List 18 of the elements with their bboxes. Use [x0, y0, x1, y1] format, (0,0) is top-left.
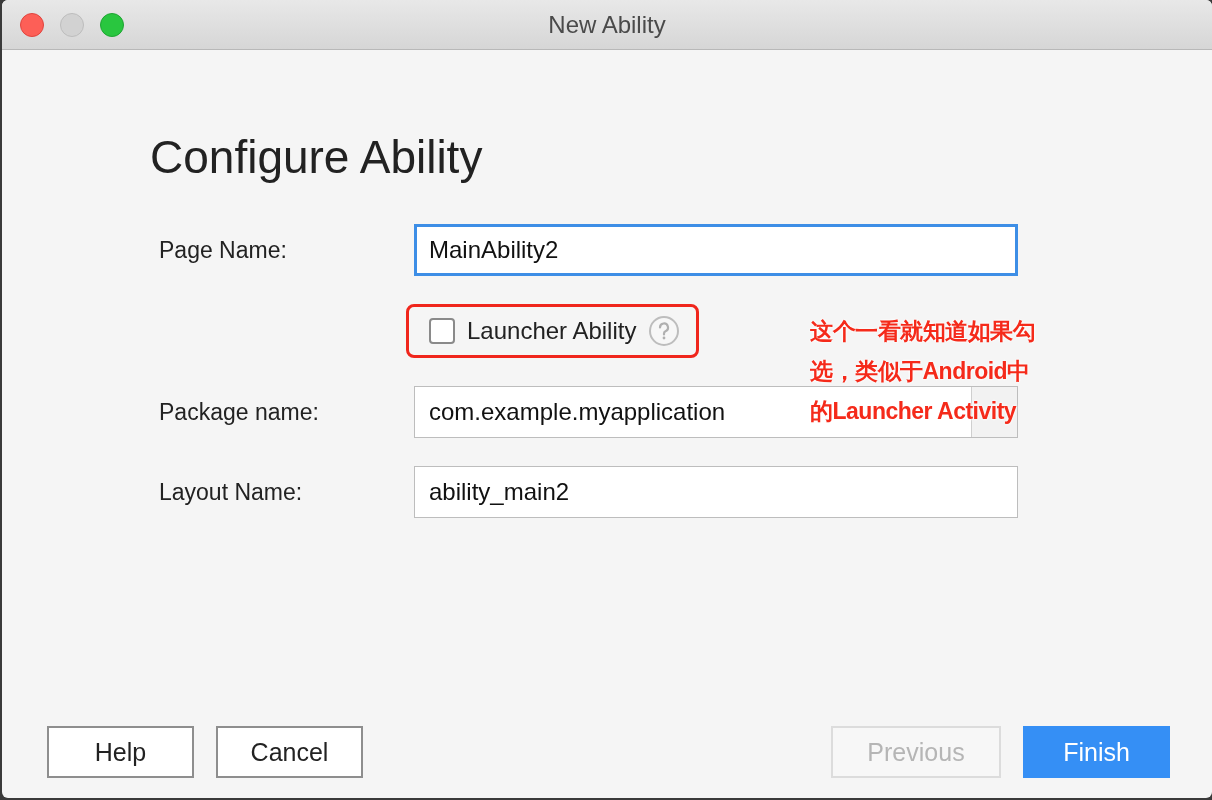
- annotation-text: 的Launcher Activity: [810, 397, 1017, 426]
- close-button[interactable]: [20, 12, 44, 37]
- annotation-text: 这个一看就知道如果勾: [810, 317, 1035, 346]
- field-label: Layout Name:: [158, 478, 304, 506]
- cancel-button[interactable]: Cancel: [216, 726, 363, 778]
- field-label: Package name:: [158, 398, 320, 426]
- window-title: New Ability: [548, 10, 666, 39]
- input-field[interactable]: MainAbility2: [414, 224, 1018, 276]
- minimize-button[interactable]: [60, 12, 84, 37]
- help-button[interactable]: Help: [47, 726, 194, 778]
- field-label: Page Name:: [158, 236, 288, 264]
- checkbox[interactable]: [429, 318, 455, 344]
- input-field[interactable]: ability_main2: [414, 466, 1018, 518]
- page-heading: Configure Ability: [150, 130, 483, 185]
- zoom-button[interactable]: [100, 12, 124, 37]
- help-icon[interactable]: [648, 315, 681, 347]
- annotation-text: 选，类似于Android中: [810, 357, 1030, 386]
- checkbox-label: Launcher Ability: [467, 317, 637, 345]
